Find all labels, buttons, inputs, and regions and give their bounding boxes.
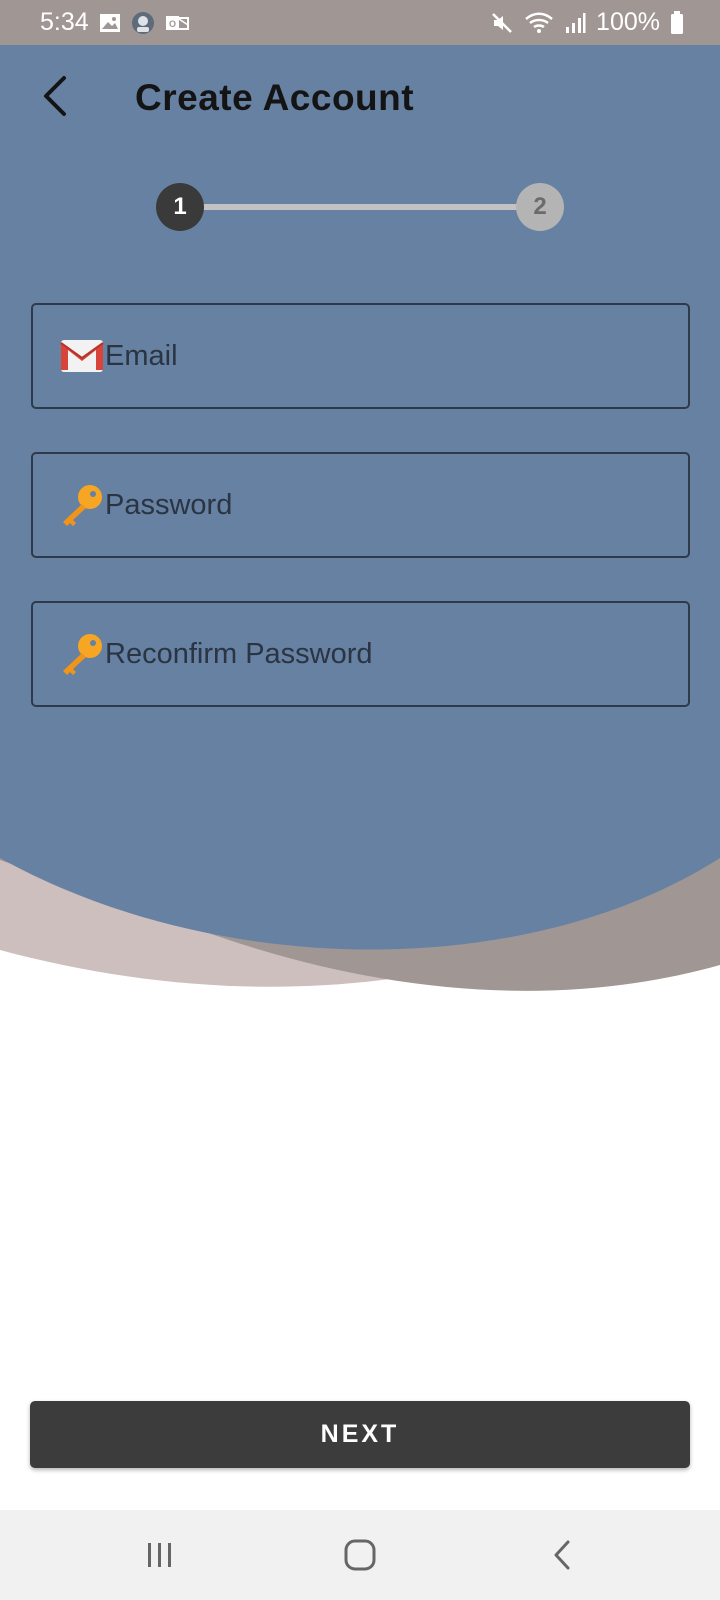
key-icon: [59, 631, 105, 677]
stepper-line: [180, 204, 540, 210]
email-input[interactable]: [105, 305, 688, 407]
back-button[interactable]: [30, 71, 80, 121]
password-input[interactable]: [105, 454, 688, 556]
status-left: 5:34 O: [40, 8, 189, 37]
outlook-icon: O: [165, 13, 189, 33]
header: Create Account: [0, 45, 720, 155]
step-2-indicator: 2: [516, 183, 564, 231]
reconfirm-password-field[interactable]: [31, 601, 690, 707]
home-button[interactable]: [330, 1530, 390, 1580]
background-shapes: [0, 0, 720, 1600]
app-avatar-icon: [131, 11, 155, 35]
battery-percent: 100%: [596, 8, 660, 36]
status-bar: 5:34 O 100%: [0, 0, 720, 45]
nav-back-button[interactable]: [532, 1530, 592, 1580]
recents-icon: [145, 1541, 175, 1569]
svg-text:O: O: [169, 19, 176, 29]
battery-icon: [670, 10, 684, 35]
signal-icon: [564, 12, 586, 34]
next-button[interactable]: NEXT: [30, 1401, 690, 1468]
mute-icon: [490, 11, 514, 35]
stepper: 1 2: [156, 183, 564, 231]
reconfirm-password-input[interactable]: [105, 603, 688, 705]
recents-button[interactable]: [130, 1530, 190, 1580]
key-icon: [59, 482, 105, 528]
navigation-bar: [0, 1510, 720, 1600]
gallery-icon: [99, 13, 121, 33]
chevron-left-icon: [40, 75, 70, 117]
status-right: 100%: [490, 8, 684, 37]
home-icon: [343, 1538, 377, 1572]
password-field[interactable]: [31, 452, 690, 558]
status-time: 5:34: [40, 8, 89, 36]
step-1-indicator: 1: [156, 183, 204, 231]
wifi-icon: [524, 11, 554, 35]
gmail-icon: [59, 333, 105, 379]
back-icon: [551, 1539, 573, 1571]
page-title: Create Account: [135, 77, 415, 118]
email-field[interactable]: [31, 303, 690, 409]
